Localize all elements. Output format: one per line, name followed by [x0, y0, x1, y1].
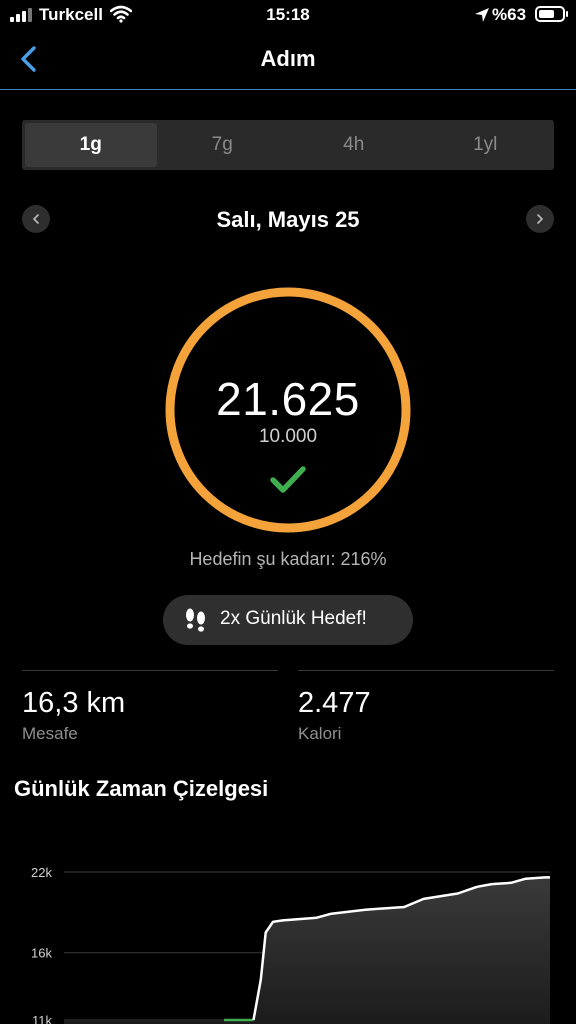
battery-icon: [535, 6, 568, 22]
timeline-title: Günlük Zaman Çizelgesi: [14, 776, 269, 801]
next-day-button[interactable]: [526, 205, 554, 233]
footprints-icon: [186, 608, 205, 632]
tab-7g[interactable]: 7g: [157, 123, 289, 167]
status-bar: Turkcell 15:18 %63: [0, 0, 576, 30]
chevron-right-icon: [537, 214, 544, 224]
nav-bar: Adım: [0, 30, 576, 90]
date-label: Salı, Mayıs 25: [216, 207, 360, 232]
step-count: 21.625: [216, 373, 360, 425]
chart-area: [64, 877, 550, 1024]
stat-value: 16,3 km: [22, 687, 126, 719]
stat-label: Mesafe: [22, 724, 78, 743]
tab-4h[interactable]: 4h: [288, 123, 420, 167]
step-goal: 10.000: [258, 426, 318, 447]
y-tick-label: 11k: [32, 1013, 52, 1024]
period-tabs: 1g 7g 4h 1yl: [22, 120, 554, 170]
battery-percent: %63: [492, 5, 527, 24]
y-tick-label: 22k: [31, 865, 52, 880]
daily-timeline-chart: 22k 16k 11k: [31, 865, 550, 1024]
stat-value: 2.477: [298, 687, 371, 719]
achievement-badge[interactable]: 2x Günlük Hedef!: [163, 595, 413, 645]
date-selector: Salı, Mayıs 25: [22, 205, 554, 235]
location-arrow-icon: [475, 8, 489, 22]
stat-distance: 16,3 km Mesafe: [22, 670, 278, 744]
stat-calories: 2.477 Kalori: [298, 670, 554, 744]
tab-1yl[interactable]: 1yl: [420, 123, 552, 167]
tab-1g[interactable]: 1g: [25, 123, 157, 167]
badge-label: 2x Günlük Hedef!: [220, 608, 367, 629]
goal-percentage: Hedefin şu kadarı: 216%: [189, 549, 387, 569]
page-title: Adım: [260, 46, 316, 71]
y-tick-label: 16k: [31, 946, 52, 961]
checkmark-icon: [270, 466, 306, 493]
stat-label: Kalori: [298, 724, 342, 743]
